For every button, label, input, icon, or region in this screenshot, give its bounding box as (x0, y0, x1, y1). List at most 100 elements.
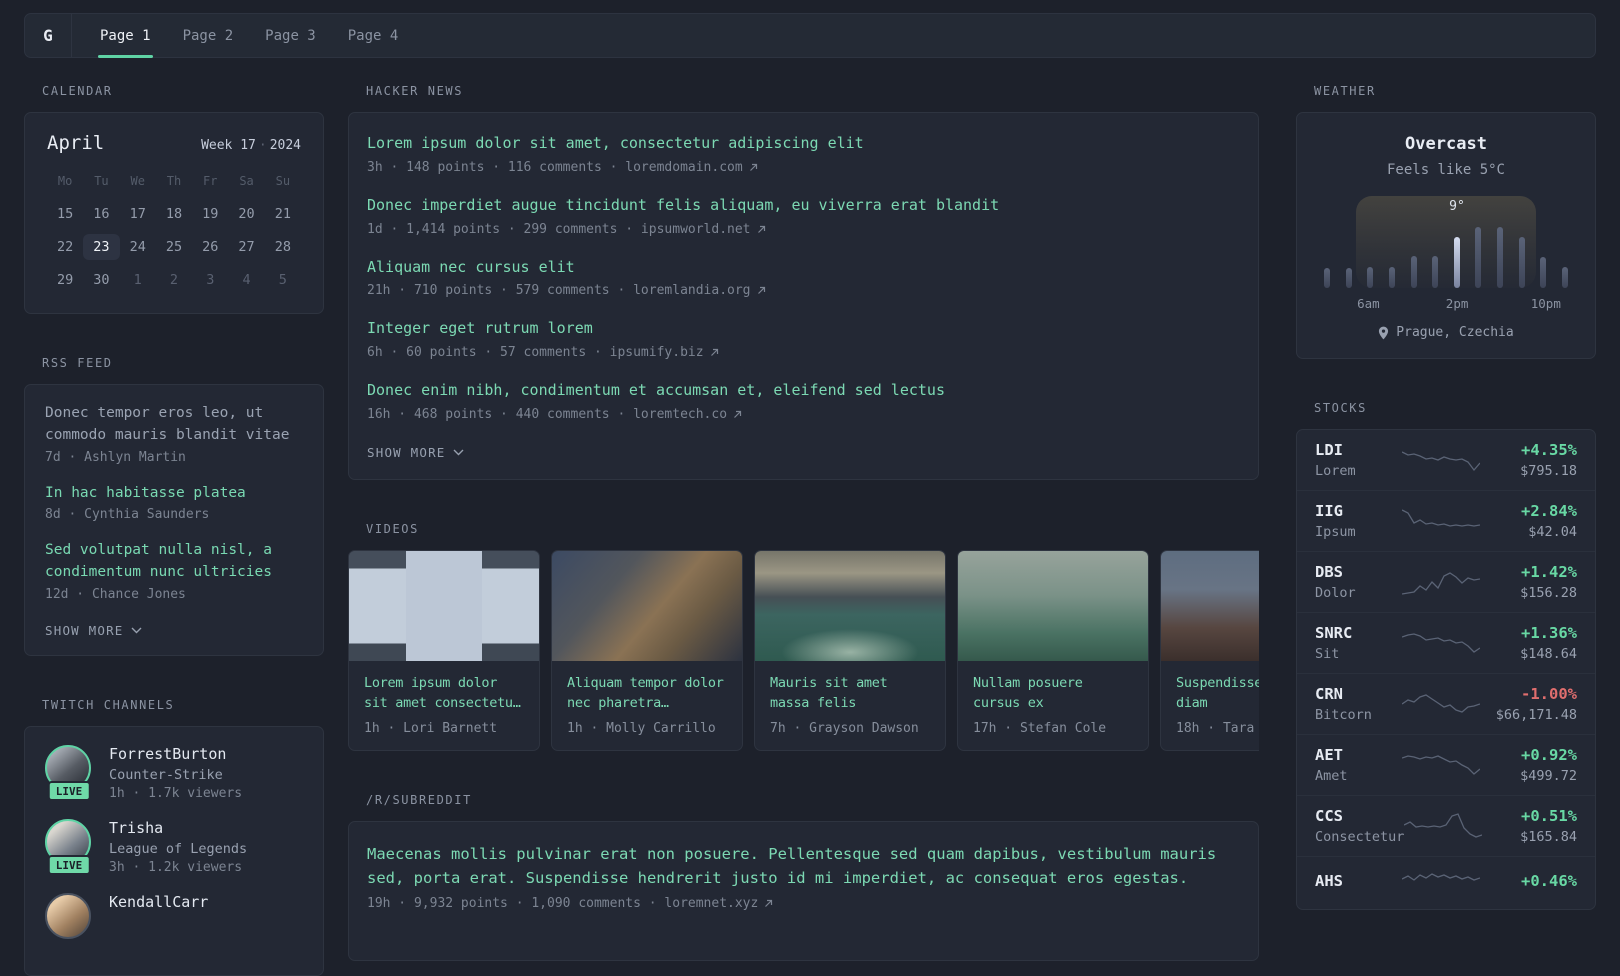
weather-bar (1345, 268, 1352, 288)
calendar-day[interactable]: 17 (120, 201, 156, 227)
channel-name[interactable]: Trisha (109, 819, 247, 837)
tab-page-4[interactable]: Page 4 (346, 14, 401, 57)
stock-ticker[interactable]: LDI (1315, 441, 1402, 459)
weather-hour-label: 10pm (1530, 296, 1561, 311)
video-row: Lorem ipsum dolor sit amet consectetu… 1… (348, 549, 1259, 751)
stock-name: Sit (1315, 646, 1340, 662)
calendar-day[interactable]: 18 (156, 201, 192, 227)
tab-page-2[interactable]: Page 2 (181, 14, 236, 57)
calendar-day[interactable]: 23 (83, 234, 120, 260)
twitch-channel-row: LIVE Trisha League of Legends 3h · 1.2k … (45, 818, 303, 875)
video-title[interactable]: Lorem ipsum dolor sit amet consectetu… (364, 673, 524, 714)
hn-item-meta-text: 1d · 1,414 points · 299 comments · ipsum… (367, 221, 751, 237)
video-title[interactable]: Aliquam tempor dolor nec pharetra… (567, 673, 727, 714)
calendar-day[interactable]: 4 (228, 267, 264, 293)
weather-bar (1475, 227, 1482, 288)
rss-item-title[interactable]: In hac habitasse platea (45, 483, 303, 505)
calendar-day[interactable]: 25 (156, 234, 192, 260)
hacker-news-widget: HACKER NEWS Lorem ipsum dolor sit amet, … (348, 84, 1259, 480)
stock-ticker[interactable]: CRN (1315, 685, 1402, 703)
calendar-day[interactable]: 26 (192, 234, 228, 260)
stock-sparkline (1402, 633, 1481, 653)
hn-item-title[interactable]: Lorem ipsum dolor sit amet, consectetur … (367, 133, 1240, 155)
channel-name[interactable]: KendallCarr (109, 893, 208, 911)
external-link-icon[interactable] (764, 899, 773, 908)
calendar-day[interactable]: 27 (228, 234, 264, 260)
external-link-icon[interactable] (757, 225, 766, 234)
calendar-day[interactable]: 1 (120, 267, 156, 293)
rss-show-more-button[interactable]: SHOW MORE (45, 623, 142, 638)
video-title[interactable]: Mauris sit amet massa felis (770, 673, 930, 714)
video-thumbnail[interactable] (755, 550, 945, 661)
calendar-week: Week 17 (201, 138, 256, 153)
stocks-widget: STOCKS LDI Lorem +4.35% $795.18 IIG Ipsum +… (1296, 401, 1596, 910)
channel-name[interactable]: ForrestBurton (109, 745, 242, 763)
calendar-day[interactable]: 29 (47, 267, 83, 293)
calendar-day[interactable]: 22 (47, 234, 83, 260)
external-link-icon[interactable] (757, 286, 766, 295)
weather-section-label: WEATHER (1314, 84, 1376, 98)
chevron-down-icon (453, 449, 464, 456)
stock-price: $499.72 (1520, 768, 1577, 784)
subreddit-section-label: /R/SUBREDDIT (366, 792, 472, 807)
calendar-day[interactable]: 16 (83, 201, 119, 227)
hn-item-title[interactable]: Integer eget rutrum lorem (367, 318, 1240, 340)
stock-ticker[interactable]: CCS (1315, 807, 1404, 825)
hn-item: Aliquam nec cursus elit 21h · 710 points… (367, 257, 1240, 298)
app-logo[interactable]: G (25, 14, 72, 57)
calendar-day[interactable]: 24 (120, 234, 156, 260)
video-thumbnail[interactable] (349, 550, 539, 661)
rss-item: In hac habitasse platea 8d · Cynthia Sau… (45, 483, 303, 523)
tab-page-3[interactable]: Page 3 (263, 14, 318, 57)
calendar-header: April Week 17 · 2024 (47, 132, 301, 154)
current-temperature: 9° (1449, 199, 1465, 214)
calendar-day[interactable]: 15 (47, 201, 83, 227)
calendar-year: 2024 (269, 138, 301, 153)
rss-item-meta: 7d · Ashlyn Martin (45, 449, 186, 465)
calendar-day[interactable]: 28 (265, 234, 301, 260)
external-link-icon[interactable] (733, 410, 742, 419)
stock-ticker[interactable]: AHS (1315, 872, 1402, 890)
calendar-day[interactable]: 3 (192, 267, 228, 293)
channel-category: League of Legends (109, 840, 248, 857)
subreddit-card: Maecenas mollis pulvinar erat non posuer… (348, 820, 1259, 961)
reddit-post-title[interactable]: Maecenas mollis pulvinar erat non posuer… (367, 842, 1240, 890)
video-thumbnail[interactable] (958, 550, 1148, 661)
video-thumbnail[interactable] (1161, 550, 1259, 661)
stock-ticker[interactable]: DBS (1315, 563, 1402, 581)
video-meta: 17h · Stefan Cole (973, 720, 1107, 736)
external-link-icon[interactable] (710, 348, 719, 357)
calendar-day[interactable]: 30 (83, 267, 119, 293)
weather-bar (1540, 257, 1547, 288)
weather-bar (1324, 268, 1330, 288)
external-link-icon[interactable] (749, 163, 758, 172)
stock-ticker[interactable]: AET (1315, 746, 1402, 764)
rss-item-title[interactable]: Sed volutpat nulla nisl, a condimentum n… (45, 540, 303, 584)
rss-item-title[interactable]: Donec tempor eros leo, ut commodo mauris… (45, 403, 303, 447)
calendar-day[interactable]: 19 (192, 201, 228, 227)
hn-show-more-button[interactable]: SHOW MORE (367, 445, 464, 460)
calendar-day[interactable]: 21 (265, 201, 301, 227)
calendar-day[interactable]: 20 (228, 201, 264, 227)
stock-ticker[interactable]: IIG (1315, 502, 1402, 520)
calendar-day-header: Mo (57, 174, 73, 188)
hn-item-title[interactable]: Donec imperdiet augue tincidunt felis al… (367, 195, 1240, 217)
stock-ticker[interactable]: SNRC (1315, 624, 1402, 642)
weather-hour-label: 6am (1357, 296, 1380, 311)
stock-sparkline (1404, 813, 1483, 838)
hn-item-title[interactable]: Aliquam nec cursus elit (367, 257, 1240, 279)
calendar-day-header: We (130, 174, 145, 188)
hn-item: Donec imperdiet augue tincidunt felis al… (367, 195, 1240, 237)
hn-item-meta: 3h · 148 points · 116 comments · loremdo… (367, 160, 1240, 175)
weather-hours: 6am 2pm 10pm (1324, 296, 1568, 311)
hn-item-title[interactable]: Donec enim nibh, condimentum et accumsan… (367, 380, 1240, 402)
middle-column: HACKER NEWS Lorem ipsum dolor sit amet, … (348, 76, 1259, 961)
calendar-day[interactable]: 5 (265, 267, 301, 293)
tab-page-1[interactable]: Page 1 (98, 14, 153, 58)
rss-item-meta: 12d · Chance Jones (45, 586, 186, 602)
stock-name: Consectetur (1315, 829, 1405, 845)
video-thumbnail[interactable] (552, 550, 742, 661)
video-title[interactable]: Suspendisse eget diam (1176, 673, 1259, 714)
video-title[interactable]: Nullam posuere cursus ex (973, 673, 1133, 714)
calendar-day[interactable]: 2 (156, 267, 192, 293)
